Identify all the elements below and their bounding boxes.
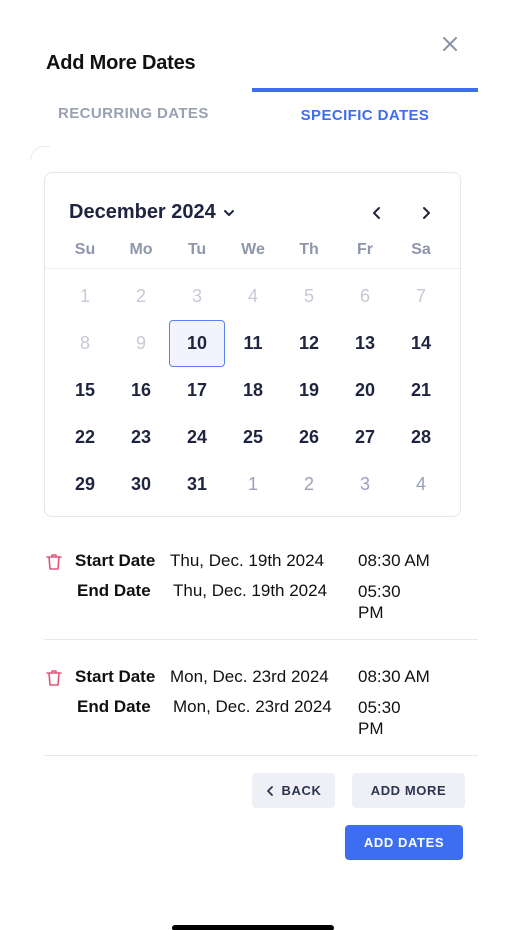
calendar-day-disabled: 2 bbox=[135, 286, 146, 306]
decorative-corner bbox=[30, 146, 50, 160]
calendar-day-disabled: 9 bbox=[135, 333, 146, 353]
calendar-day[interactable]: 24 bbox=[169, 414, 225, 461]
month-label: December 2024 bbox=[69, 201, 216, 223]
chevron-left-icon bbox=[266, 785, 273, 796]
end-date-label: End Date bbox=[77, 581, 151, 600]
calendar-day[interactable]: 29 bbox=[57, 461, 113, 508]
weekday-label: We bbox=[241, 241, 265, 258]
calendar-day-disabled: 1 bbox=[79, 286, 90, 306]
calendar-day[interactable]: 28 bbox=[393, 414, 449, 461]
trash-icon bbox=[46, 670, 62, 686]
prev-month-button[interactable] bbox=[363, 201, 391, 225]
start-date-label: Start Date bbox=[75, 551, 156, 570]
calendar-day[interactable]: 18 bbox=[225, 367, 281, 414]
calendar-week: 1 2 3 4 5 6 7 bbox=[57, 273, 449, 320]
calendar-week: 8 9 10 11 12 13 14 bbox=[57, 320, 449, 367]
calendar-day[interactable]: 26 bbox=[281, 414, 337, 461]
calendar-day[interactable]: 12 bbox=[281, 320, 337, 367]
weekday-label: Th bbox=[299, 241, 319, 258]
calendar-day[interactable]: 22 bbox=[57, 414, 113, 461]
delete-entry-button[interactable] bbox=[44, 668, 64, 688]
calendar-day-next-month[interactable]: 1 bbox=[225, 461, 281, 508]
tab-recurring-dates[interactable]: RECURRING DATES bbox=[58, 88, 209, 138]
calendar: December 2024 Su Mo Tu We Th Fr Sa 1 2 3… bbox=[44, 172, 461, 517]
chevron-left-icon bbox=[373, 207, 380, 219]
calendar-day[interactable]: 14 bbox=[393, 320, 449, 367]
start-time-value: 08:30 AM bbox=[358, 551, 430, 570]
calendar-day[interactable]: 31 bbox=[169, 461, 225, 508]
tab-specific-dates[interactable]: SPECIFIC DATES bbox=[252, 88, 478, 138]
calendar-day-disabled: 4 bbox=[247, 286, 258, 306]
calendar-day-next-month[interactable]: 4 bbox=[393, 461, 449, 508]
calendar-day-next-month[interactable]: 3 bbox=[337, 461, 393, 508]
calendar-day-disabled: 7 bbox=[415, 286, 426, 306]
calendar-day[interactable]: 11 bbox=[225, 320, 281, 367]
calendar-day[interactable]: 25 bbox=[225, 414, 281, 461]
weekday-label: Tu bbox=[187, 241, 207, 258]
chevron-right-icon bbox=[423, 207, 430, 219]
calendar-day[interactable]: 19 bbox=[281, 367, 337, 414]
close-button[interactable] bbox=[436, 30, 464, 58]
calendar-day-disabled: 3 bbox=[191, 286, 202, 306]
next-month-button[interactable] bbox=[412, 201, 440, 225]
close-icon bbox=[443, 37, 457, 51]
weekday-label: Su bbox=[74, 241, 96, 258]
calendar-week: 22 23 24 25 26 27 28 bbox=[57, 414, 449, 461]
calendar-day[interactable]: 30 bbox=[113, 461, 169, 508]
calendar-day[interactable]: 27 bbox=[337, 414, 393, 461]
weekday-header: Su Mo Tu We Th Fr Sa bbox=[57, 241, 449, 269]
calendar-day-disabled: 8 bbox=[79, 333, 90, 353]
end-time-value: 05:30 PM bbox=[358, 698, 401, 738]
calendar-day[interactable]: 15 bbox=[57, 367, 113, 414]
end-date-value: Mon, Dec. 23rd 2024 bbox=[173, 697, 332, 716]
delete-entry-button[interactable] bbox=[44, 552, 64, 572]
start-date-value: Mon, Dec. 23rd 2024 bbox=[170, 667, 329, 686]
calendar-week: 29 30 31 1 2 3 4 bbox=[57, 461, 449, 508]
dialog-title: Add More Dates bbox=[46, 52, 196, 74]
start-date-value: Thu, Dec. 19th 2024 bbox=[170, 551, 325, 570]
weekday-label: Sa bbox=[411, 241, 431, 258]
calendar-day[interactable]: 13 bbox=[337, 320, 393, 367]
calendar-day[interactable]: 21 bbox=[393, 367, 449, 414]
calendar-day-disabled: 6 bbox=[359, 286, 370, 306]
calendar-day[interactable]: 20 bbox=[337, 367, 393, 414]
date-entry: Start Date Thu, Dec. 19th 2024 08:30 AM … bbox=[44, 548, 478, 640]
date-entry: Start Date Mon, Dec. 23rd 2024 08:30 AM … bbox=[44, 664, 478, 756]
start-time-value: 08:30 AM bbox=[358, 667, 430, 686]
back-button[interactable]: BACK bbox=[252, 773, 335, 808]
weekday-label: Mo bbox=[129, 241, 153, 258]
calendar-day[interactable]: 23 bbox=[113, 414, 169, 461]
calendar-day[interactable]: 16 bbox=[113, 367, 169, 414]
add-dates-button[interactable]: ADD DATES bbox=[345, 825, 463, 860]
weekday-divider bbox=[45, 268, 460, 269]
trash-icon bbox=[46, 554, 62, 570]
chevron-down-icon bbox=[223, 209, 234, 216]
end-date-value: Thu, Dec. 19th 2024 bbox=[173, 581, 328, 600]
add-more-button[interactable]: ADD MORE bbox=[352, 773, 465, 808]
home-indicator bbox=[172, 925, 334, 930]
calendar-grid: 1 2 3 4 5 6 7 8 9 10 11 12 13 14 15 16 1… bbox=[57, 273, 449, 508]
selected-day-label: 10 bbox=[169, 320, 225, 367]
calendar-day-disabled: 5 bbox=[303, 286, 314, 306]
end-time-value: 05:30 PM bbox=[358, 582, 401, 622]
month-selector[interactable]: December 2024 bbox=[69, 201, 236, 224]
tab-bar: RECURRING DATES SPECIFIC DATES bbox=[46, 88, 478, 138]
calendar-day-selected[interactable]: 10 bbox=[169, 320, 225, 367]
start-date-label: Start Date bbox=[75, 667, 156, 686]
weekday-label: Fr bbox=[357, 241, 373, 258]
calendar-day-next-month[interactable]: 2 bbox=[281, 461, 337, 508]
end-date-label: End Date bbox=[77, 697, 151, 716]
back-button-label: BACK bbox=[281, 783, 322, 798]
calendar-week: 15 16 17 18 19 20 21 bbox=[57, 367, 449, 414]
calendar-day[interactable]: 17 bbox=[169, 367, 225, 414]
